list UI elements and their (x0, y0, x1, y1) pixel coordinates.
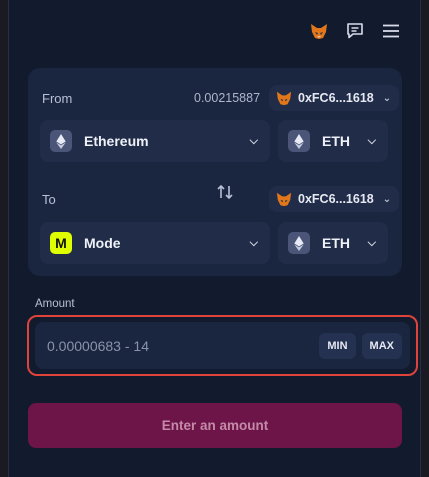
to-network-select[interactable]: M Mode ⌵ (40, 222, 270, 264)
chat-icon[interactable] (344, 20, 366, 42)
ethereum-icon (50, 130, 72, 152)
max-button[interactable]: MAX (361, 332, 402, 359)
from-token-select[interactable]: ETH ⌵ (278, 120, 388, 162)
chevron-down-icon: ⌵ (249, 236, 258, 249)
mode-network-icon: M (50, 232, 72, 254)
to-token-select[interactable]: ETH ⌵ (278, 222, 388, 264)
from-label: From (42, 91, 73, 106)
metamask-fox-icon[interactable] (308, 20, 330, 42)
from-account-address: 0xFC6...1618 (298, 91, 374, 105)
chevron-down-icon: ⌄ (382, 92, 392, 104)
from-balance: 0.00215887 (194, 91, 261, 105)
from-account-selector[interactable]: 0xFC6...1618 ⌄ (269, 85, 400, 111)
amount-label: Amount (35, 298, 75, 310)
metamask-fox-icon (276, 192, 292, 207)
swap-direction-icon[interactable] (213, 180, 237, 204)
from-token-name: ETH (322, 133, 350, 149)
to-token-name: ETH (322, 235, 350, 251)
menu-icon[interactable] (380, 20, 402, 42)
amount-input[interactable] (47, 337, 314, 354)
chevron-down-icon: ⌵ (367, 236, 376, 249)
eth-token-icon (288, 232, 310, 254)
to-network-name: Mode (84, 235, 121, 251)
from-network-name: Ethereum (84, 133, 149, 149)
bridge-panel: From 0.00215887 0xFC6...1618 ⌄ Ethereum … (8, 0, 421, 477)
amount-field: MIN MAX (35, 322, 410, 369)
min-button[interactable]: MIN (319, 332, 356, 359)
enter-amount-button[interactable]: Enter an amount (28, 403, 402, 448)
from-network-select[interactable]: Ethereum ⌵ (40, 120, 270, 162)
route-card: From 0.00215887 0xFC6...1618 ⌄ Ethereum … (28, 68, 402, 276)
top-toolbar (308, 20, 402, 42)
metamask-fox-icon (276, 91, 292, 106)
to-account-selector[interactable]: 0xFC6...1618 ⌄ (269, 186, 400, 212)
chevron-down-icon: ⌵ (367, 134, 376, 147)
chevron-down-icon: ⌵ (249, 134, 258, 147)
eth-token-icon (288, 130, 310, 152)
chevron-down-icon: ⌄ (382, 193, 392, 205)
to-account-address: 0xFC6...1618 (298, 192, 374, 206)
to-label: To (42, 192, 56, 207)
amount-field-highlight: MIN MAX (27, 315, 418, 376)
